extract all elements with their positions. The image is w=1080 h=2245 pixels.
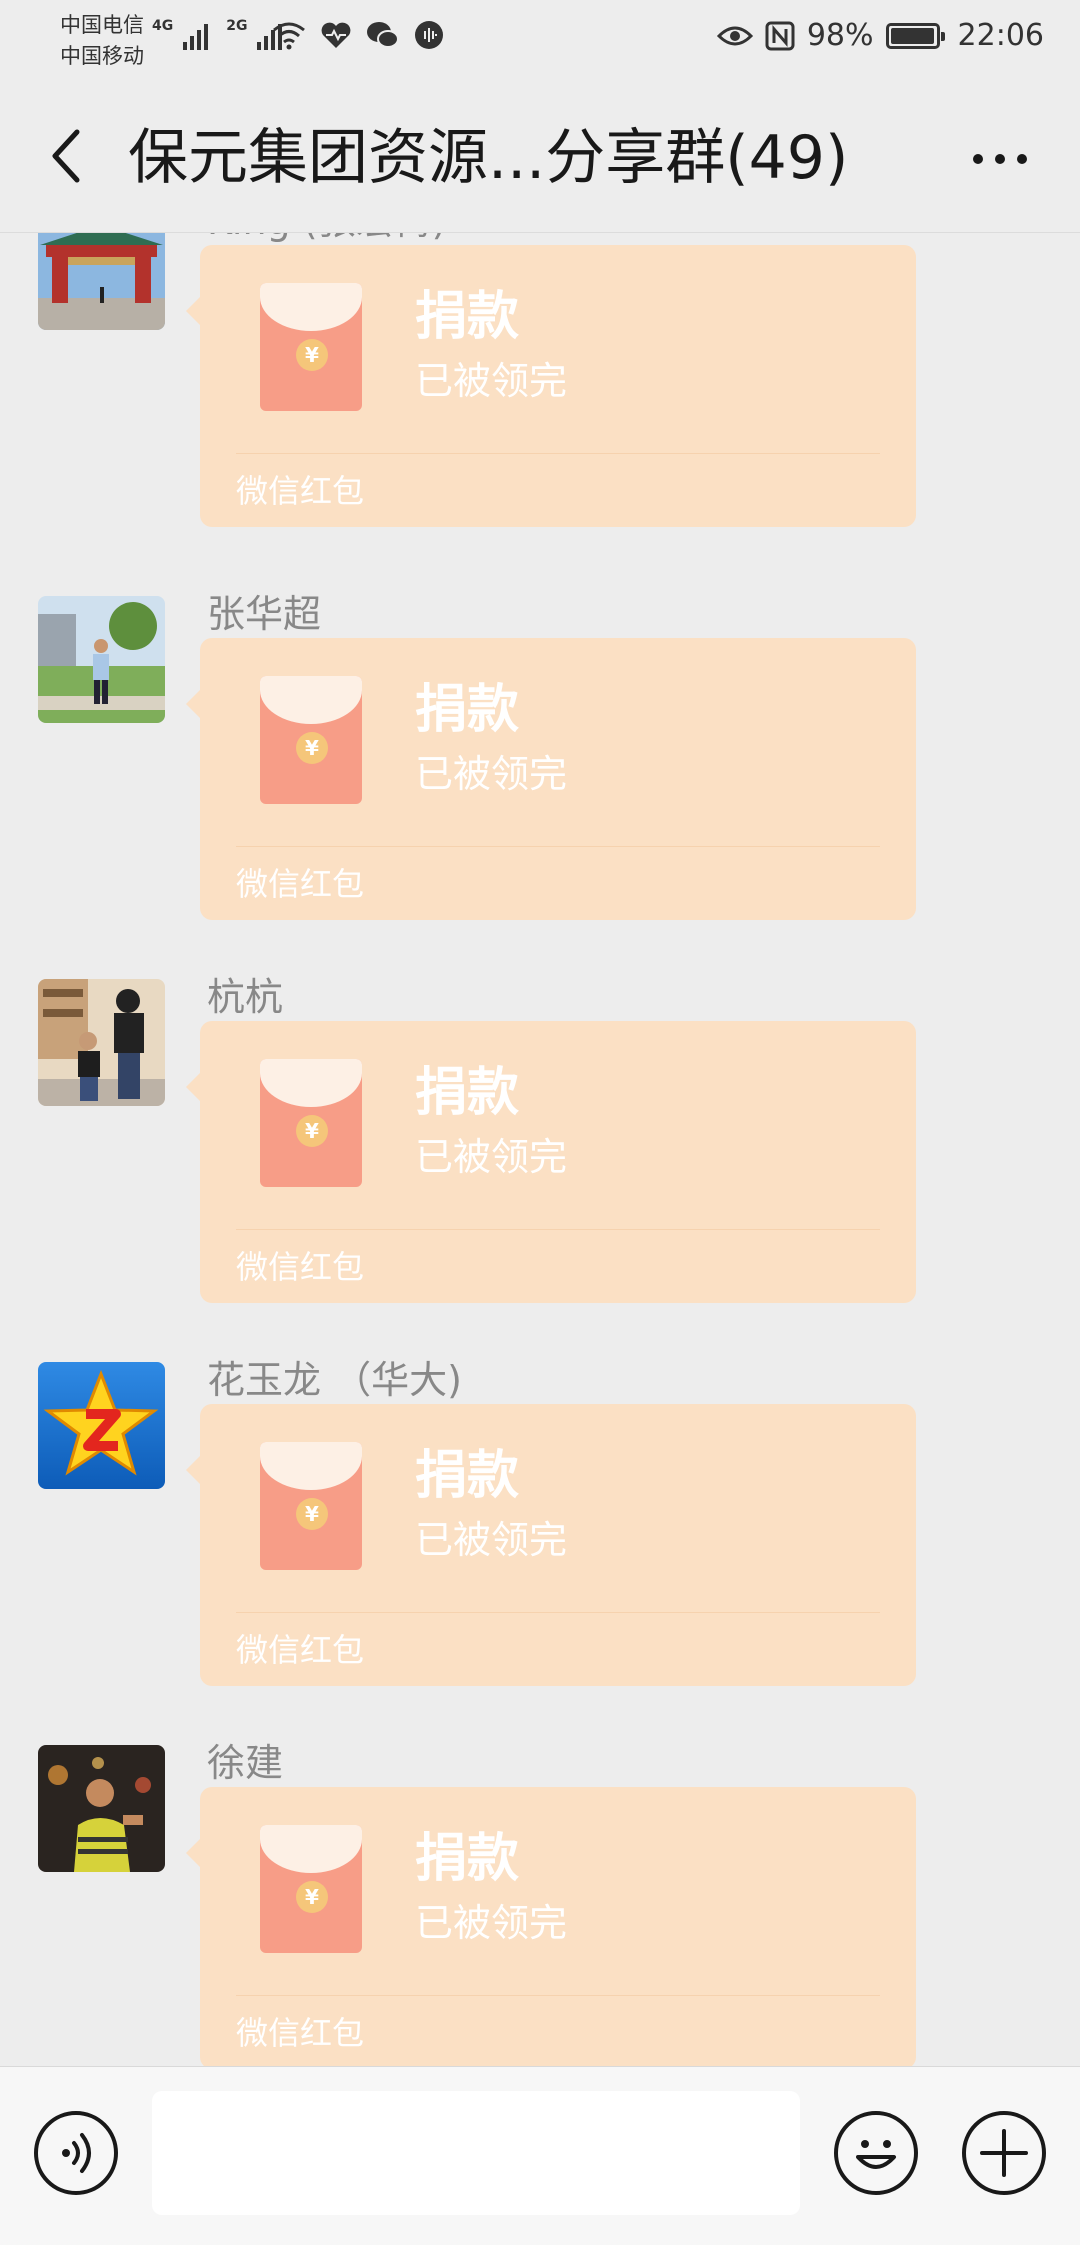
health-icon [321,22,351,48]
red-envelope-icon: ¥ [260,1442,362,1570]
signal-icon [183,20,209,50]
back-button[interactable] [30,116,100,196]
chat-title: 保元集团资源...分享群(49) [128,123,849,193]
gate-photo-avatar[interactable] [38,233,165,330]
packet-footer: 微信红包 [236,1631,365,1669]
divider [236,1612,880,1613]
packet-status: 已被领完 [415,359,568,403]
packet-footer: 微信红包 [236,472,365,510]
carrier-names: 中国电信 中国移动 [60,10,144,72]
chat-header: 保元集团资源...分享群(49) [0,80,1080,233]
packet-status: 已被领完 [415,1135,568,1179]
plus-icon [980,2129,1028,2177]
eye-icon [716,26,753,45]
sender-name: King (张宏梅) [207,233,446,245]
packet-title: 捐款 [415,287,520,347]
signal-indicators: 4G 2G [152,18,283,50]
network-type-2: 2G [226,18,248,34]
packet-title: 捐款 [415,1446,520,1506]
emoji-icon [856,2140,896,2169]
red-packet[interactable]: ¥ 捐款 已被领完 微信红包 [186,1787,916,2066]
red-packet[interactable]: ¥ 捐款 已被领完 微信红包 [186,638,916,920]
wifi-icon [273,22,305,50]
packet-footer: 微信红包 [236,1248,365,1286]
packet-title: 捐款 [415,1829,520,1889]
message-list[interactable]: King (张宏梅) ¥ 捐款 已被领完 微信红包 [0,233,1080,2066]
status-bar: 中国电信 中国移动 4G 2G 98% 22:06 [0,0,1080,80]
nfc-icon [765,21,795,50]
audio-icon [415,21,443,49]
divider [236,453,880,454]
battery-level [890,27,934,44]
sender-name: 张华超 [207,592,322,636]
battery-percent: 98% [806,18,874,53]
voice-icon [62,2133,91,2173]
battery-icon [885,22,945,49]
packet-status: 已被领完 [415,752,568,796]
clock: 22:06 [957,18,1044,53]
red-packet[interactable]: ¥ 捐款 已被领完 微信红包 [186,1021,916,1303]
chevron-left-icon [52,129,80,183]
emoji-button[interactable] [834,2111,918,2195]
family-photo-avatar[interactable] [38,979,165,1106]
packet-status: 已被领完 [415,1901,568,1945]
red-envelope-icon: ¥ [260,283,362,411]
notification-icons [272,20,444,50]
qq-star-avatar[interactable] [38,1362,165,1489]
message-input[interactable] [152,2091,800,2215]
red-packet[interactable]: ¥ 捐款 已被领完 微信红包 [186,245,916,527]
more-dots-icon [973,154,983,164]
packet-footer: 微信红包 [236,865,365,903]
sender-name: 花玉龙 （华大) [207,1358,462,1402]
status-right: 98% 22:06 [716,18,1044,53]
red-packet[interactable]: ¥ 捐款 已被领完 微信红包 [186,1404,916,1686]
voice-button[interactable] [34,2111,118,2195]
carrier-1: 中国电信 [60,13,144,37]
input-bar [0,2066,1080,2245]
carrier-2: 中国移动 [60,44,144,68]
red-envelope-icon: ¥ [260,1825,362,1953]
divider [236,846,880,847]
packet-title: 捐款 [415,680,520,740]
sender-name: 杭杭 [207,975,284,1019]
red-envelope-icon: ¥ [260,676,362,804]
packet-footer: 微信红包 [236,2014,365,2052]
packet-status: 已被领完 [415,1518,568,1562]
divider [236,1229,880,1230]
man-park-avatar[interactable] [38,596,165,723]
network-type-1: 4G [152,18,174,34]
more-functions-button[interactable] [962,2111,1046,2195]
sender-name: 徐建 [207,1741,284,1785]
more-options-button[interactable] [960,124,1040,194]
man-night-avatar[interactable] [38,1745,165,1872]
wechat-icon [367,22,399,48]
packet-title: 捐款 [415,1063,520,1123]
red-envelope-icon: ¥ [260,1059,362,1187]
divider [236,1995,880,1996]
